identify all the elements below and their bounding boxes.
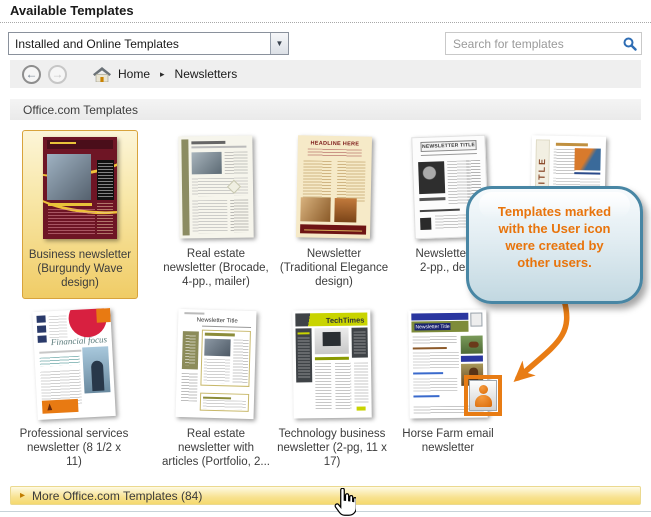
hand-cursor [334, 488, 356, 516]
template-label: Real estate newsletter with articles (Po… [156, 427, 276, 469]
thumb-photo [204, 339, 230, 357]
thumb-photo [418, 161, 445, 194]
back-button[interactable]: ← [22, 65, 41, 84]
back-arrow-icon: ← [26, 68, 38, 80]
template-tile-professional-services[interactable]: Financial focus Professional services ne… [14, 306, 134, 469]
home-icon[interactable] [93, 67, 111, 82]
section-header: Office.com Templates [10, 99, 641, 120]
search-box[interactable] [445, 32, 642, 55]
template-thumbnail[interactable]: Newsletter Title [176, 309, 257, 419]
template-label: Horse Farm email newsletter [388, 427, 508, 455]
template-filter-dropdown[interactable]: Installed and Online Templates ▼ [8, 32, 289, 55]
template-thumbnail[interactable]: TechTimes [292, 309, 372, 418]
user-icon-highlight [464, 375, 502, 416]
available-templates-screen: Available Templates Installed and Online… [0, 0, 651, 517]
template-tile-real-estate-brocade[interactable]: Real estate newsletter (Brocade, 4-pp., … [158, 130, 274, 289]
breadcrumb-home[interactable]: Home [118, 67, 150, 81]
expander-triangle-icon: ▸ [20, 491, 25, 501]
template-tile-real-estate-portfolio[interactable]: Newsletter Title Real estate newsletter … [156, 306, 276, 469]
forward-button[interactable]: → [48, 65, 67, 84]
template-tile-technology-business[interactable]: TechTimes Technology business newsletter… [272, 306, 392, 469]
navigation-bar: ← → Home ▸ Newsletters [10, 60, 641, 88]
more-templates-expander[interactable]: ▸ More Office.com Templates (84) [10, 486, 641, 505]
thumb-title: Newsletter Title [178, 317, 256, 325]
template-thumbnail[interactable]: HEADLINE HERE [296, 135, 372, 239]
template-tile-business-newsletter[interactable]: Business newsletter (Burgundy Wave desig… [22, 130, 138, 299]
thumb-photo [574, 148, 600, 171]
thumb-title: HEADLINE HERE [298, 140, 372, 148]
callout-bubble: Templates marked with the User icon were… [466, 186, 643, 304]
page-title: Available Templates [10, 3, 134, 18]
template-label: Technology business newsletter (2-pg, 11… [272, 427, 392, 469]
thumb-title: Financial focus [51, 334, 108, 347]
template-tile-traditional-elegance[interactable]: HEADLINE HERE Newsletter (Traditional El… [276, 130, 392, 289]
template-thumbnail[interactable] [43, 137, 117, 239]
callout-text: Templates marked with the User icon were… [469, 189, 640, 272]
dropdown-button[interactable]: ▼ [270, 33, 288, 54]
search-input[interactable] [446, 37, 619, 51]
forward-arrow-icon: → [52, 68, 64, 80]
thumb-title: Newsletter Title [415, 324, 449, 330]
thumb-photo [300, 197, 330, 222]
thumb-title: TechTimes [326, 316, 365, 326]
filter-selected-value: Installed and Online Templates [9, 37, 270, 51]
thumb-photo [334, 198, 356, 222]
template-label: Newsletter (Traditional Elegance design) [276, 247, 392, 289]
more-templates-label: More Office.com Templates (84) [32, 489, 202, 503]
chevron-down-icon: ▼ [276, 40, 284, 48]
template-thumbnail[interactable]: Financial focus [32, 308, 116, 420]
template-thumbnail[interactable] [178, 135, 253, 238]
template-label: Professional services newsletter (8 1/2 … [14, 427, 134, 469]
search-icon[interactable] [619, 37, 641, 51]
section-title: Office.com Templates [23, 103, 138, 117]
template-label: Real estate newsletter (Brocade, 4-pp., … [158, 247, 274, 289]
bottom-separator [0, 511, 651, 512]
breadcrumb-separator-icon: ▸ [160, 69, 165, 80]
breadcrumb-current[interactable]: Newsletters [175, 67, 238, 81]
template-label: Business newsletter (Burgundy Wave desig… [23, 248, 137, 290]
title-separator [0, 22, 651, 23]
thumb-photo [192, 152, 222, 174]
